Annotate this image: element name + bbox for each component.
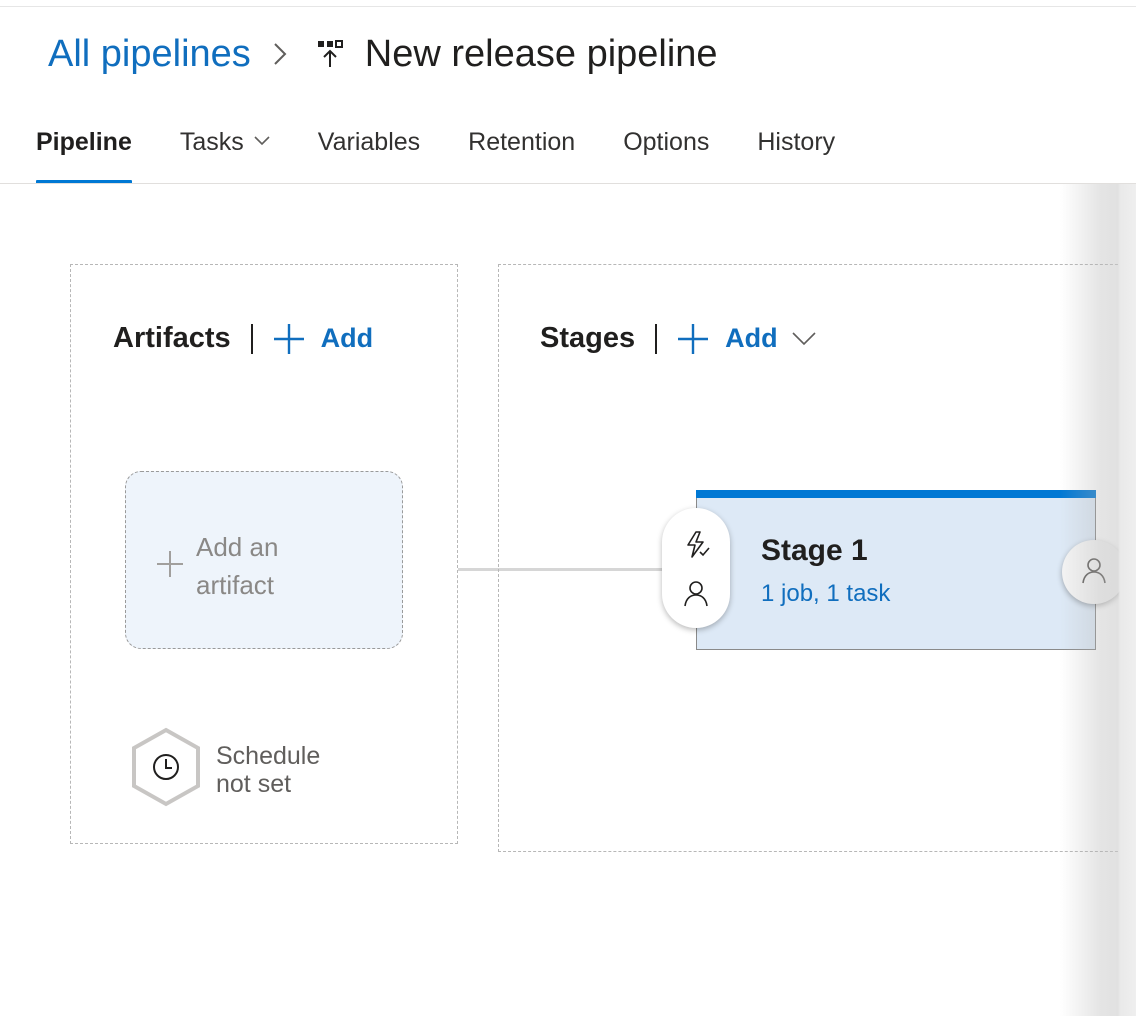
top-border [0, 6, 1136, 7]
plus-icon [156, 550, 184, 583]
all-pipelines-link[interactable]: All pipelines [48, 33, 251, 76]
stage-name[interactable]: Stage 1 [761, 534, 868, 568]
page-title: New release pipeline [364, 32, 718, 75]
pre-deployment-conditions [662, 508, 730, 628]
tab-label: History [757, 128, 836, 156]
artifacts-title: Artifacts [113, 322, 231, 354]
chevron-down-icon[interactable] [792, 331, 816, 346]
clock-icon [130, 727, 202, 812]
add-stage-button[interactable]: Add [677, 323, 816, 355]
chevron-down-icon [254, 136, 270, 146]
stage-card[interactable]: Stage 1 1 job, 1 task [696, 490, 1096, 650]
tab-label: Options [623, 128, 710, 156]
header-separator [655, 323, 658, 354]
tab-retention[interactable]: Retention [468, 122, 575, 184]
add-artifact-button[interactable]: Add [273, 323, 373, 355]
stage-summary-link[interactable]: 1 job, 1 task [761, 580, 890, 608]
person-approver-icon[interactable] [681, 578, 711, 608]
artifacts-header: Artifacts Add [113, 322, 373, 355]
stages-title: Stages [540, 322, 636, 354]
add-artifact-label: Add an artifact [196, 532, 279, 600]
tab-label: Retention [468, 128, 576, 156]
stages-header: Stages Add [540, 322, 816, 355]
tab-label: Variables [317, 128, 421, 156]
tab-history[interactable]: History [757, 122, 835, 184]
plus-icon [677, 323, 709, 355]
lightning-trigger-icon[interactable] [681, 530, 711, 560]
tab-pipeline[interactable]: Pipeline [36, 122, 132, 184]
tab-label: Pipeline [36, 128, 132, 156]
chevron-right-icon [273, 42, 287, 66]
tab-label: Tasks [179, 128, 244, 156]
add-label: Add [725, 323, 778, 353]
post-deployment-conditions[interactable] [1062, 540, 1126, 604]
plus-icon [273, 323, 305, 355]
add-artifact-card[interactable]: Add an artifact [125, 471, 403, 649]
tab-tasks[interactable]: Tasks [180, 122, 270, 184]
tabs-divider [0, 183, 1136, 184]
tab-options[interactable]: Options [623, 122, 709, 184]
schedule-trigger[interactable]: Schedule not set [130, 727, 356, 812]
release-pipeline-icon [317, 39, 343, 69]
add-label: Add [320, 323, 374, 353]
person-approver-icon [1080, 555, 1108, 590]
stage-card-accent [696, 490, 1096, 498]
schedule-label: Schedule not set [216, 741, 321, 798]
breadcrumb: All pipelines New release pipeline [48, 28, 718, 80]
header-separator [250, 323, 253, 354]
tab-bar: Pipeline Tasks Variables Retention Optio… [36, 122, 883, 184]
tab-variables[interactable]: Variables [318, 122, 420, 184]
